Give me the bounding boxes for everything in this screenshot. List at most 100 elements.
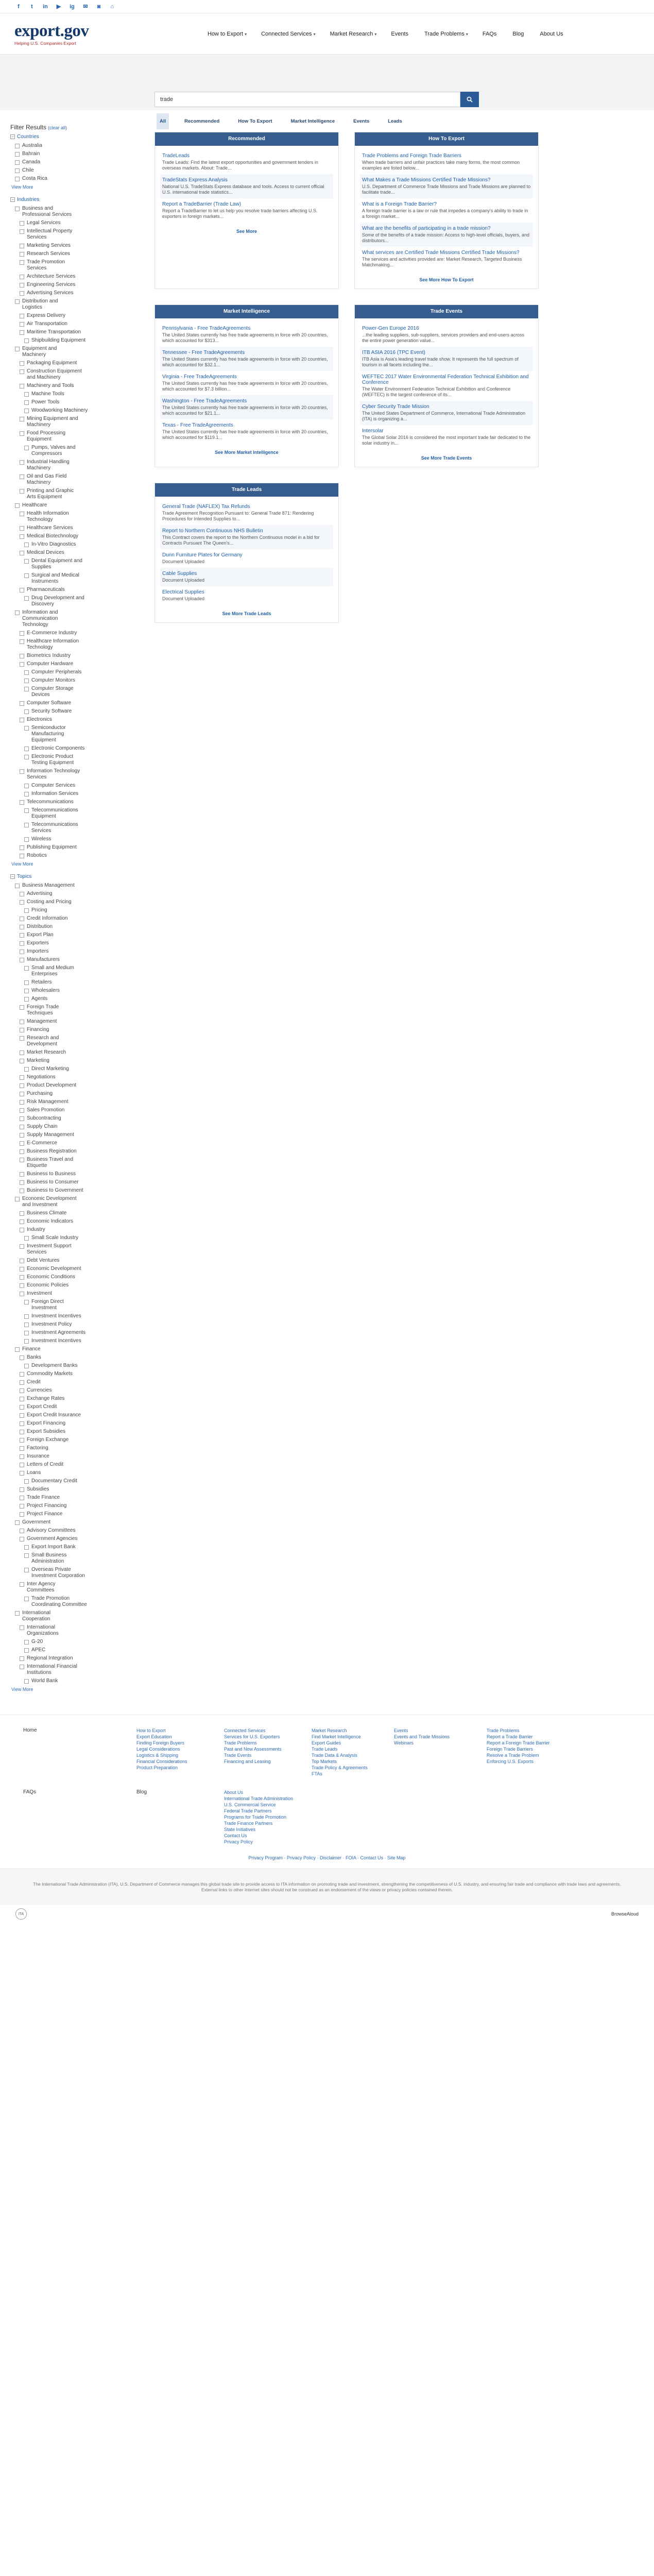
filter-checkbox[interactable]: [20, 1665, 24, 1669]
footer-link[interactable]: About Us: [224, 1789, 312, 1795]
filter-option[interactable]: Economic Indicators: [10, 1217, 154, 1226]
filter-option[interactable]: Sales Promotion: [10, 1106, 154, 1114]
filter-option[interactable]: Woodworking Machinery: [10, 406, 154, 415]
filter-checkbox[interactable]: [20, 800, 24, 805]
filter-checkbox[interactable]: [24, 1545, 29, 1550]
filter-option[interactable]: Export Subsidies: [10, 1428, 154, 1436]
filter-checkbox[interactable]: [24, 908, 29, 913]
footer-link[interactable]: Trade Problems: [224, 1740, 312, 1746]
footer-link[interactable]: International Trade Administration: [224, 1795, 312, 1802]
filter-checkbox[interactable]: [24, 1640, 29, 1645]
filter-option[interactable]: Management: [10, 1018, 154, 1026]
result-title-link[interactable]: Cyber Security Trade Mission: [362, 404, 531, 410]
filter-option[interactable]: Medical Devices: [10, 549, 154, 557]
filter-checkbox[interactable]: [24, 559, 29, 564]
filter-checkbox[interactable]: [20, 925, 24, 929]
filter-option[interactable]: Industrial Handling Machinery: [10, 458, 154, 472]
footer-link[interactable]: Financial Considerations: [136, 1758, 224, 1765]
filter-checkbox[interactable]: [15, 1347, 20, 1352]
filter-option[interactable]: Investment Support Services: [10, 1242, 154, 1257]
filter-option[interactable]: Costa Rica: [10, 175, 154, 183]
filter-checkbox[interactable]: [20, 1372, 24, 1377]
result-title-link[interactable]: Report a TradeBarrier (Trade Law): [162, 201, 331, 207]
filter-option[interactable]: Computer Storage Devices: [10, 685, 154, 699]
filter-checkbox[interactable]: [24, 1323, 29, 1327]
facet-header[interactable]: − Topics: [10, 874, 154, 879]
filter-checkbox[interactable]: [20, 1656, 24, 1661]
footer-link[interactable]: Find Market Intelligence: [312, 1734, 394, 1740]
filter-option[interactable]: Supply Chain: [10, 1123, 154, 1131]
filter-option[interactable]: Packaging Equipment: [10, 359, 154, 367]
filter-checkbox[interactable]: [24, 1314, 29, 1319]
filter-checkbox[interactable]: [15, 168, 20, 173]
filter-option[interactable]: G-20: [10, 1638, 154, 1646]
filter-checkbox[interactable]: [24, 400, 29, 405]
filter-option[interactable]: Semiconductor Manufacturing Equipment: [10, 724, 154, 744]
filter-option[interactable]: Economic Policies: [10, 1281, 154, 1290]
filter-option[interactable]: Healthcare: [10, 501, 154, 510]
result-title-link[interactable]: Dunn Furniture Plates for Germany: [162, 552, 331, 558]
filter-checkbox[interactable]: [20, 1125, 24, 1129]
filter-checkbox[interactable]: [20, 361, 24, 366]
filter-option[interactable]: Healthcare Services: [10, 524, 154, 532]
filter-checkbox[interactable]: [20, 1380, 24, 1385]
result-title-link[interactable]: Washington - Free TradeAgreements: [162, 398, 331, 404]
filter-option[interactable]: Advertising Services: [10, 289, 154, 297]
filter-checkbox[interactable]: [20, 1141, 24, 1146]
filter-option[interactable]: Direct Marketing: [10, 1065, 154, 1073]
filter-checkbox[interactable]: [24, 726, 29, 731]
footer-link[interactable]: Trade Problems: [487, 1727, 564, 1734]
filter-option[interactable]: Dental Equipment and Supplies: [10, 557, 154, 571]
filter-checkbox[interactable]: [15, 503, 20, 508]
footer-link[interactable]: Trade Leads: [312, 1746, 394, 1752]
filter-option[interactable]: Robotics: [10, 852, 154, 860]
filter-checkbox[interactable]: [20, 526, 24, 531]
filter-checkbox[interactable]: [20, 369, 24, 374]
filter-option[interactable]: Equipment and Machinery: [10, 345, 154, 359]
filter-checkbox[interactable]: [24, 755, 29, 759]
filter-option[interactable]: Development Banks: [10, 1362, 154, 1370]
filter-option[interactable]: Information Services: [10, 790, 154, 798]
filter-checkbox[interactable]: [20, 1537, 24, 1541]
filter-option[interactable]: Loans: [10, 1469, 154, 1477]
filter-option[interactable]: Business to Business: [10, 1170, 154, 1178]
filter-checkbox[interactable]: [20, 460, 24, 465]
filter-option[interactable]: Distribution and Logistics: [10, 297, 154, 312]
filter-checkbox[interactable]: [24, 543, 29, 547]
filter-option[interactable]: Business Climate: [10, 1209, 154, 1217]
filter-checkbox[interactable]: [20, 260, 24, 265]
social-icon[interactable]: t: [29, 4, 35, 10]
filter-checkbox[interactable]: [20, 1100, 24, 1105]
filter-checkbox[interactable]: [24, 980, 29, 985]
filter-checkbox[interactable]: [15, 1611, 20, 1616]
filter-option[interactable]: Overseas Private Investment Corporation: [10, 1566, 154, 1580]
filter-checkbox[interactable]: [24, 1331, 29, 1335]
filter-option[interactable]: Marketing Services: [10, 242, 154, 250]
view-more-link[interactable]: View More: [11, 1687, 154, 1692]
filter-checkbox[interactable]: [15, 611, 20, 615]
filter-option[interactable]: Economic Development and Investment: [10, 1195, 154, 1209]
filter-checkbox[interactable]: [20, 229, 24, 234]
filter-option[interactable]: Costing and Pricing: [10, 898, 154, 906]
result-title-link[interactable]: Texas - Free TradeAgreements: [162, 422, 331, 428]
filter-checkbox[interactable]: [20, 1228, 24, 1232]
filter-option[interactable]: Machine Tools: [10, 390, 154, 398]
logo[interactable]: export.gov Helping U.S. Companies Export: [14, 22, 102, 46]
filter-checkbox[interactable]: [24, 409, 29, 413]
footer-legal-links[interactable]: Privacy Program · Privacy Policy · Discl…: [23, 1855, 631, 1860]
filter-option[interactable]: Business Registration: [10, 1147, 154, 1156]
filter-option[interactable]: E-Commerce: [10, 1139, 154, 1147]
filter-option[interactable]: Shipbuilding Equipment: [10, 336, 154, 345]
filter-checkbox[interactable]: [20, 1172, 24, 1177]
filter-checkbox[interactable]: [24, 573, 29, 578]
filter-checkbox[interactable]: [20, 221, 24, 226]
filter-option[interactable]: Project Finance: [10, 1510, 154, 1518]
filter-checkbox[interactable]: [20, 950, 24, 954]
filter-option[interactable]: Architecture Services: [10, 273, 154, 281]
filter-checkbox[interactable]: [24, 1236, 29, 1241]
search-input[interactable]: [154, 92, 460, 107]
footer-link[interactable]: Report a Foreign Trade Barrier: [487, 1740, 564, 1746]
filter-checkbox[interactable]: [20, 322, 24, 327]
result-title-link[interactable]: Trade Problems and Foreign Trade Barrier…: [362, 153, 531, 159]
filter-checkbox[interactable]: [20, 1059, 24, 1063]
